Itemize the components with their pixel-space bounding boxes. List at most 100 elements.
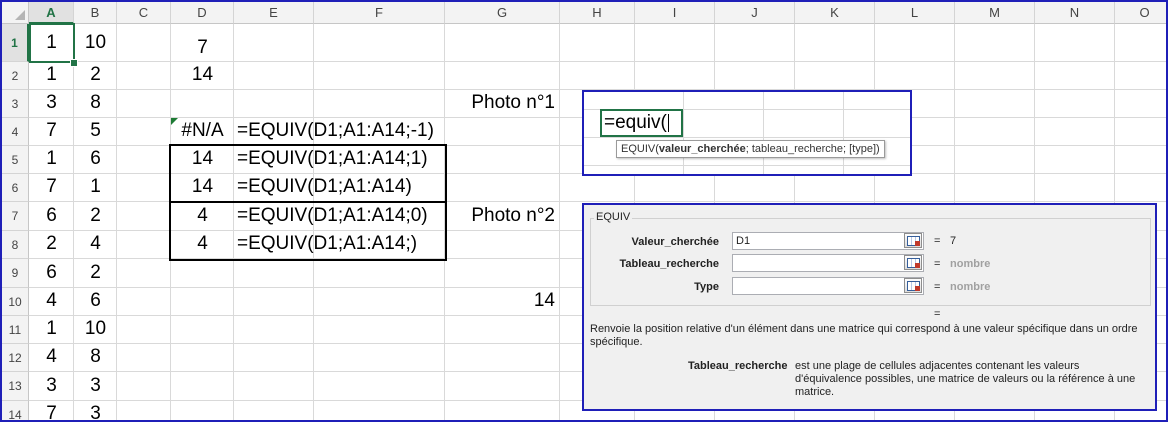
spreadsheet-window: A B C D E F G H I J K L M N O 1 2 3 4 5 … [0, 0, 1168, 422]
cell-a5[interactable]: 1 [29, 148, 74, 170]
editing-cell[interactable]: =equiv( [600, 109, 683, 137]
cell-a10[interactable]: 4 [29, 290, 74, 312]
cell-b7[interactable]: 2 [74, 205, 117, 227]
cell-a8[interactable]: 2 [29, 233, 74, 255]
range-select-icon[interactable] [904, 233, 922, 248]
range-select-icon[interactable] [904, 255, 922, 270]
fill-handle[interactable] [70, 59, 78, 67]
cell-a12[interactable]: 4 [29, 346, 74, 368]
cell-d2[interactable]: 14 [171, 64, 234, 86]
arg-result-valeur: 7 [950, 235, 957, 247]
cell-b8[interactable]: 4 [74, 233, 117, 255]
column-header-m[interactable]: M [955, 2, 1035, 24]
cell-e7[interactable]: =EQUIV(D1;A1:A14;0) [237, 205, 428, 227]
row-header-5[interactable]: 5 [2, 146, 29, 174]
cell-b14[interactable]: 3 [74, 403, 117, 420]
cell-e4[interactable]: =EQUIV(D1;A1:A14;-1) [237, 120, 434, 142]
cell-b4[interactable]: 5 [74, 120, 117, 142]
photo1-label: Photo n°1 [471, 92, 555, 113]
arg-input-type[interactable] [732, 277, 924, 295]
row-header-1[interactable]: 1 [2, 24, 29, 62]
arg-eq-type: = [934, 281, 941, 293]
cell-b2[interactable]: 2 [74, 64, 117, 86]
cell-d7[interactable]: 4 [171, 205, 234, 227]
cell-e6[interactable]: =EQUIV(D1;A1:A14) [237, 176, 412, 198]
cell-a2[interactable]: 1 [29, 64, 74, 86]
cell-g10[interactable]: 14 [445, 290, 555, 312]
cell-a13[interactable]: 3 [29, 375, 74, 397]
column-header-j[interactable]: J [715, 2, 795, 24]
row-header-6[interactable]: 6 [2, 174, 29, 202]
column-header-b[interactable]: B [74, 2, 117, 24]
group-title: EQUIV [594, 211, 633, 223]
cell-a7[interactable]: 6 [29, 205, 74, 227]
arg-input-tableau[interactable] [732, 254, 924, 272]
cell-a3[interactable]: 3 [29, 92, 74, 114]
select-all-corner[interactable] [2, 2, 29, 24]
cell-b9[interactable]: 2 [74, 262, 117, 284]
column-header-f[interactable]: F [314, 2, 445, 24]
function-description: Renvoie la position relative d'un élémen… [590, 323, 1138, 348]
column-header-g[interactable]: G [445, 2, 560, 24]
arg-help-name: Tableau_recherche [688, 360, 788, 372]
cell-a11[interactable]: 1 [29, 318, 74, 340]
tooltip-function: EQUIV( [621, 143, 659, 155]
arg-input-valeur[interactable]: D1 [732, 232, 924, 250]
cell-b11[interactable]: 10 [74, 318, 117, 340]
cell-a4[interactable]: 7 [29, 120, 74, 142]
cell-b13[interactable]: 3 [74, 375, 117, 397]
function-tooltip[interactable]: EQUIV(valeur_cherchée; tableau_recherche… [616, 140, 885, 158]
photo1-screenshot: =equiv( EQUIV(valeur_cherchée; tableau_r… [582, 90, 912, 176]
column-header-i[interactable]: I [635, 2, 715, 24]
tooltip-rest: ; tableau_recherche; [type]) [745, 143, 880, 155]
cell-e8[interactable]: =EQUIV(D1;A1:A14;) [237, 233, 417, 255]
row-header-2[interactable]: 2 [2, 62, 29, 90]
row-header-10[interactable]: 10 [2, 288, 29, 316]
cell-b5[interactable]: 6 [74, 148, 117, 170]
active-cell-a1[interactable] [29, 23, 75, 63]
row-header-3[interactable]: 3 [2, 90, 29, 118]
row-header-14[interactable]: 14 [2, 401, 29, 420]
tooltip-current-arg: valeur_cherchée [658, 143, 746, 155]
text-caret [667, 113, 669, 132]
cell-d4[interactable]: #N/A [171, 120, 234, 142]
cell-d8[interactable]: 4 [171, 233, 234, 255]
arg-label-valeur: Valeur_cherchée [631, 236, 719, 248]
photo2-label: Photo n°2 [471, 205, 555, 226]
row-header-7[interactable]: 7 [2, 202, 29, 231]
column-header-c[interactable]: C [117, 2, 171, 24]
cell-b1[interactable]: 10 [74, 32, 117, 54]
cell-d6[interactable]: 14 [171, 176, 234, 198]
cell-b12[interactable]: 8 [74, 346, 117, 368]
editing-text: =equiv( [604, 112, 667, 133]
row-header-12[interactable]: 12 [2, 344, 29, 372]
cell-d5[interactable]: 14 [171, 148, 234, 170]
column-header-o[interactable]: O [1115, 2, 1166, 24]
cell-b3[interactable]: 8 [74, 92, 117, 114]
arg-eq-tableau: = [934, 258, 941, 270]
cell-b10[interactable]: 6 [74, 290, 117, 312]
column-header-d[interactable]: D [171, 2, 234, 24]
row-header-9[interactable]: 9 [2, 259, 29, 288]
column-header-a[interactable]: A [29, 2, 74, 24]
cell-a14[interactable]: 7 [29, 403, 74, 420]
arg-eq-valeur: = [934, 235, 941, 247]
column-header-k[interactable]: K [795, 2, 875, 24]
arg-help-text: est une plage de cellules adjacentes con… [795, 360, 1136, 398]
row-header-4[interactable]: 4 [2, 118, 29, 146]
function-arguments-dialog: EQUIV Valeur_cherchée D1 = 7 Tableau_rec… [582, 203, 1157, 411]
row-header-11[interactable]: 11 [2, 316, 29, 344]
cell-b6[interactable]: 1 [74, 176, 117, 198]
column-header-n[interactable]: N [1035, 2, 1115, 24]
column-header-l[interactable]: L [875, 2, 955, 24]
cell-a9[interactable]: 6 [29, 262, 74, 284]
cell-e5[interactable]: =EQUIV(D1;A1:A14;1) [237, 148, 428, 170]
row-header-8[interactable]: 8 [2, 231, 29, 259]
cell-a6[interactable]: 7 [29, 176, 74, 198]
cell-d1[interactable]: 7 [171, 37, 234, 59]
row-header-13[interactable]: 13 [2, 372, 29, 401]
arg-label-tableau: Tableau_recherche [619, 258, 719, 270]
range-select-icon[interactable] [904, 278, 922, 293]
column-header-h[interactable]: H [560, 2, 635, 24]
column-header-e[interactable]: E [234, 2, 314, 24]
